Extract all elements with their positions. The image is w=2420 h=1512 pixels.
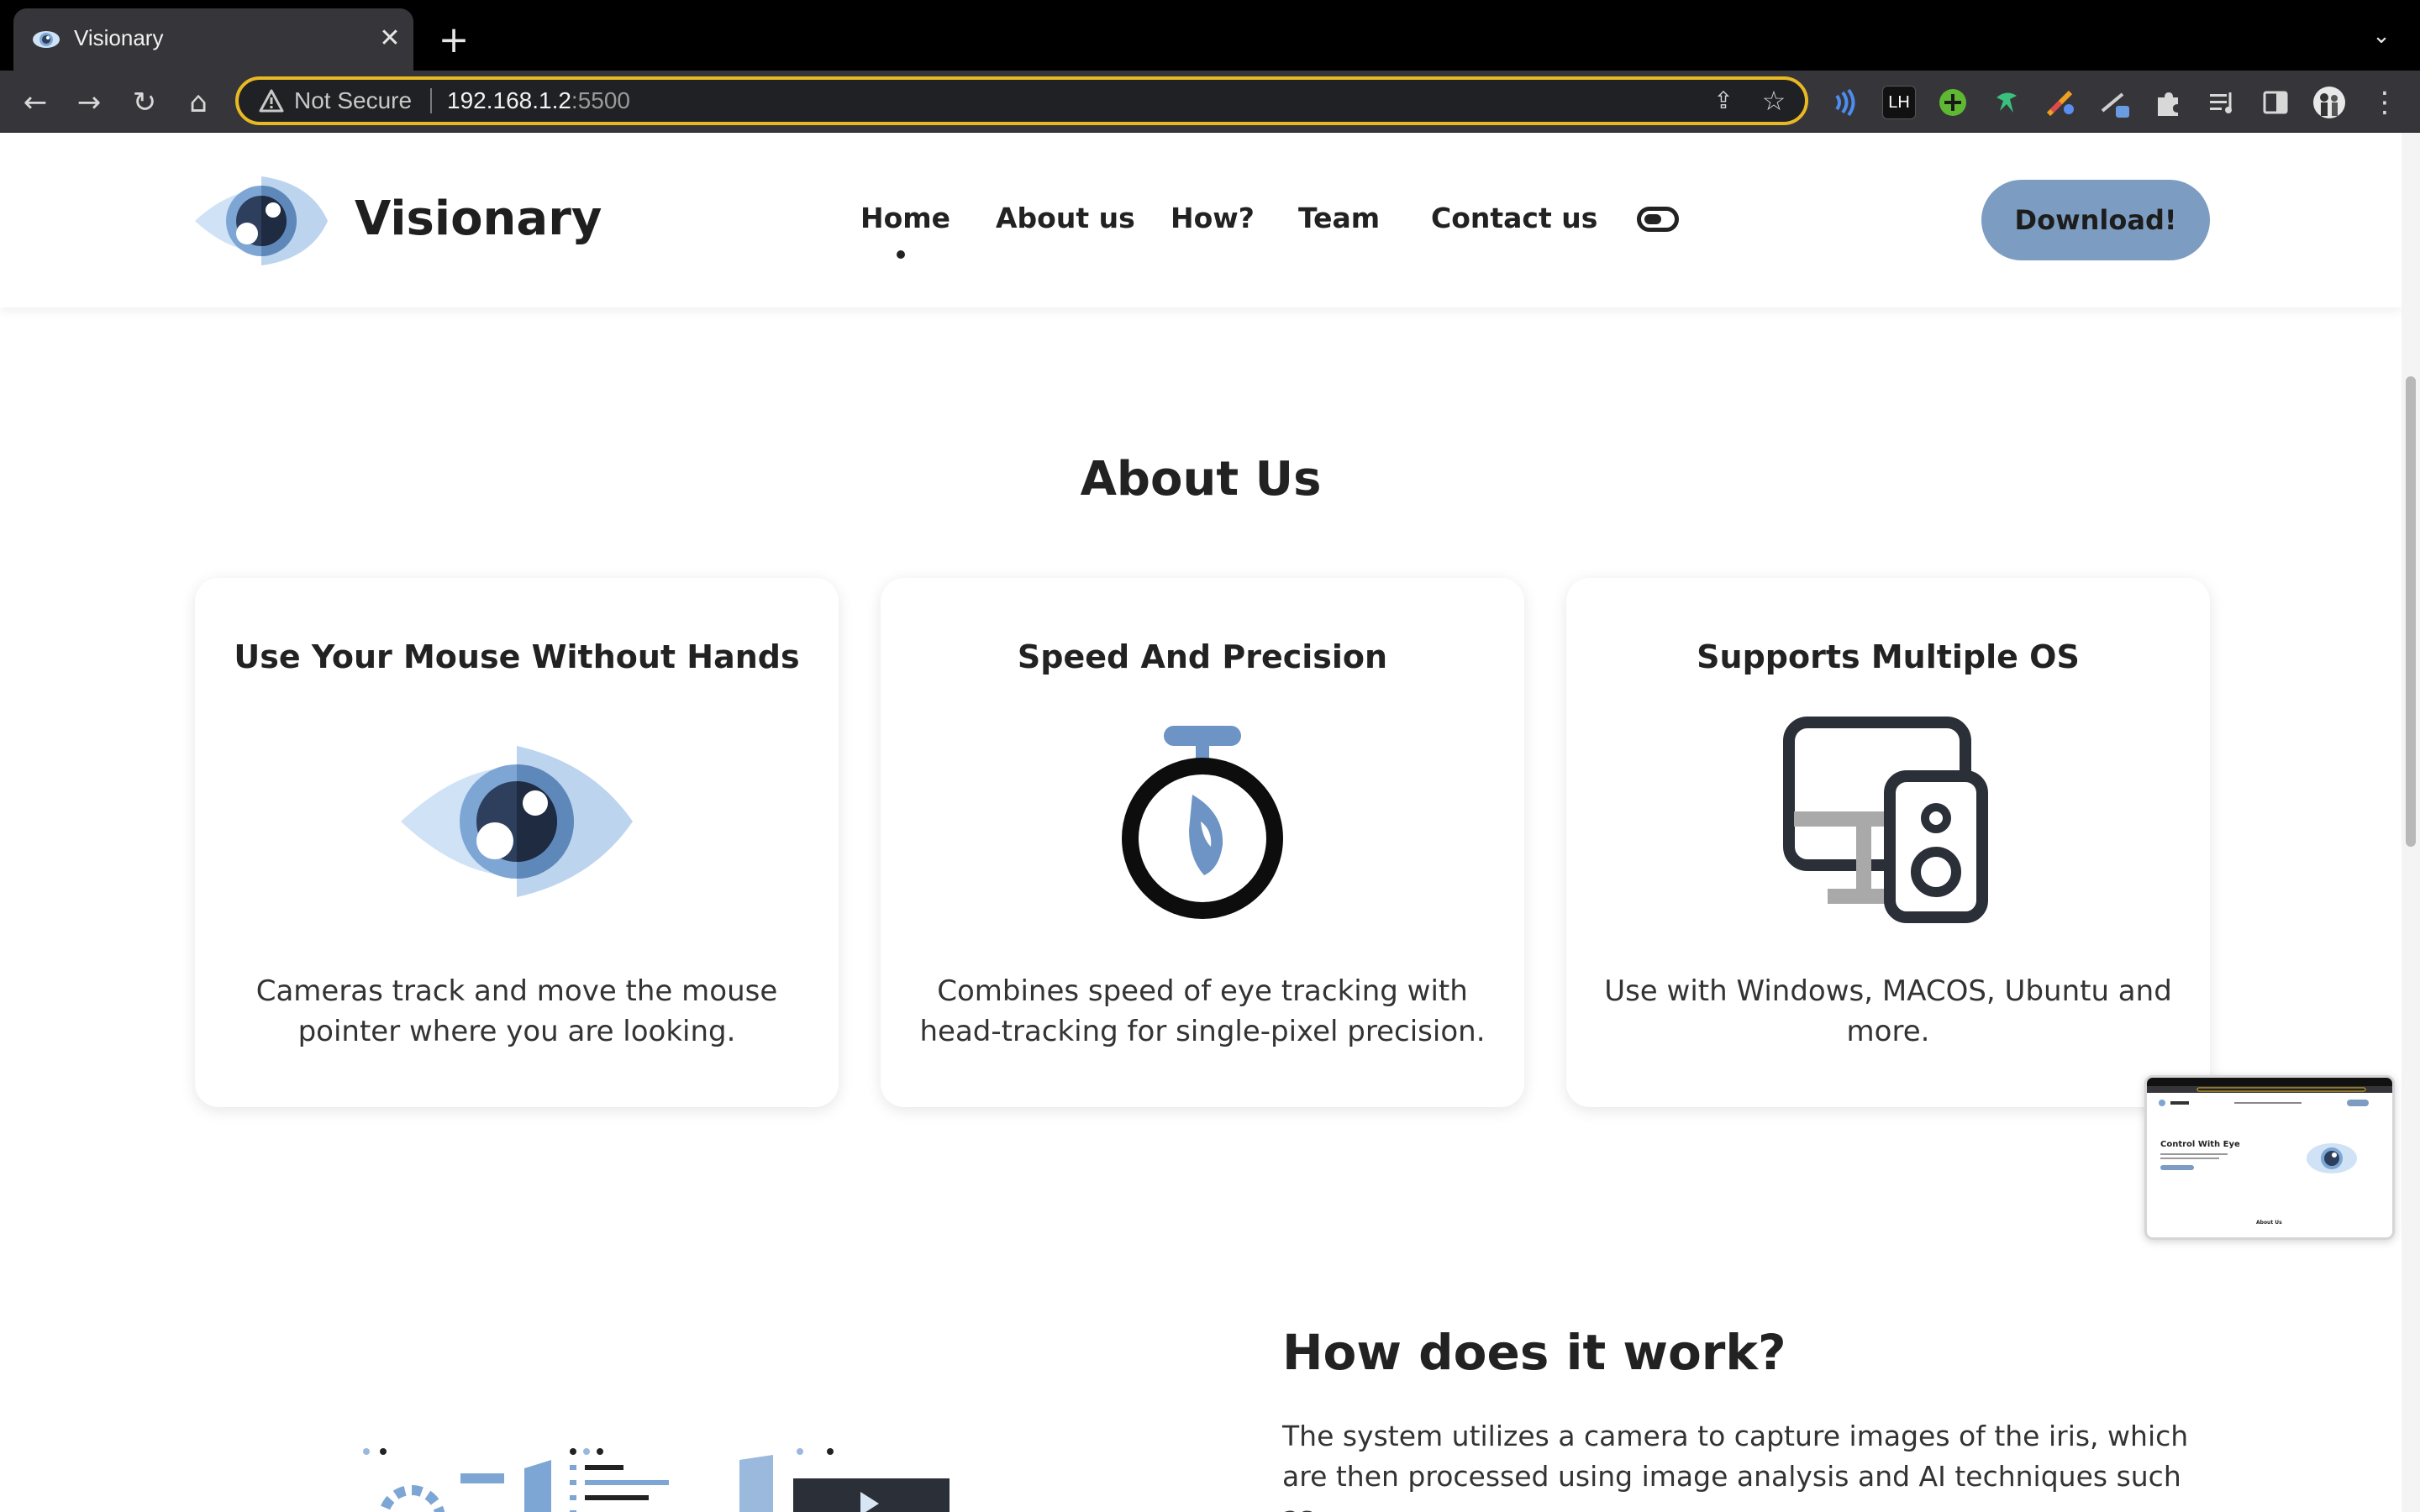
forward-icon[interactable]: → xyxy=(71,84,108,121)
how-it-works-illustration xyxy=(363,1448,950,1512)
tab-search-chevron-icon[interactable]: ⌄ xyxy=(2365,24,2398,57)
url-text[interactable]: 192.168.1.2:5500 xyxy=(447,87,630,114)
nav-how[interactable]: How? xyxy=(1171,202,1255,234)
nav-about-us[interactable]: About us xyxy=(996,202,1135,234)
home-icon[interactable]: ⌂ xyxy=(180,84,217,121)
preview-footer-heading: About Us xyxy=(2256,1220,2282,1226)
browser-tab[interactable]: Visionary ✕ xyxy=(13,8,413,71)
page-scrollbar[interactable] xyxy=(2402,133,2420,1512)
feature-card-multi-os: Supports Multiple OS Use with Windows, M… xyxy=(1566,578,2210,1107)
card-title: Use Your Mouse Without Hands xyxy=(234,638,800,675)
how-it-works-heading: How does it work? xyxy=(1282,1324,1786,1381)
visionary-logo-eye-icon[interactable] xyxy=(193,176,329,265)
card-title: Speed And Precision xyxy=(1017,638,1388,675)
active-nav-indicator xyxy=(897,250,905,259)
profile-avatar[interactable] xyxy=(2312,86,2346,119)
url-host: 192.168.1.2 xyxy=(447,87,571,113)
preview-heading: Control With Eye xyxy=(2160,1140,2240,1149)
new-tab-button[interactable]: + xyxy=(434,22,474,62)
audio-ext-icon[interactable] xyxy=(1828,86,1862,119)
stopwatch-icon xyxy=(1122,726,1283,919)
page-preview-thumbnail[interactable]: Control With Eye About Us xyxy=(2144,1075,2395,1240)
share-icon[interactable]: ⇪ xyxy=(1709,87,1738,115)
palette-ext-icon[interactable] xyxy=(2044,86,2077,119)
eye-icon xyxy=(401,746,633,897)
brand-name[interactable]: Visionary xyxy=(355,192,602,246)
tab-title: Visionary xyxy=(74,25,164,50)
nav-home[interactable]: Home xyxy=(860,202,950,234)
tab-close-icon[interactable]: ✕ xyxy=(373,22,407,55)
feature-card-hands-free: Use Your Mouse Without Hands Cameras tra… xyxy=(195,578,839,1107)
devices-icon xyxy=(1783,717,1988,923)
card-title: Supports Multiple OS xyxy=(1697,638,2080,675)
back-icon[interactable]: ← xyxy=(17,84,54,121)
browser-toolbar: ← → ↻ ⌂ Not Secure 192.168.1.2:5500 ⇪ ☆ … xyxy=(0,71,2420,133)
scrollbar-thumb[interactable] xyxy=(2406,376,2416,847)
browser-menu-icon[interactable]: ⋮ xyxy=(2366,84,2403,121)
bookmark-star-icon[interactable]: ☆ xyxy=(1758,85,1790,117)
card-description: Cameras track and move the mouse pointer… xyxy=(255,974,778,1048)
puzzle-icon[interactable] xyxy=(2151,86,2185,119)
feature-card-speed: Speed And Precision Combines speed of ey… xyxy=(881,578,1524,1107)
nav-team[interactable]: Team xyxy=(1298,202,1380,234)
download-button[interactable]: Download! xyxy=(1981,180,2210,260)
lh-ext-icon[interactable]: LH xyxy=(1882,86,1916,119)
security-status-label[interactable]: Not Secure xyxy=(294,87,412,114)
about-us-heading: About Us xyxy=(1080,452,1322,507)
site-header: Visionary Home About us How? Team Contac… xyxy=(0,133,2402,307)
card-description: Use with Windows, MACOS, Ubuntu and more… xyxy=(1604,974,2172,1048)
theme-toggle-icon[interactable] xyxy=(1637,207,1679,232)
bird-ext-icon[interactable] xyxy=(1990,86,2023,119)
pen-ext-icon[interactable] xyxy=(2097,86,2131,119)
plus-ext-icon[interactable] xyxy=(1936,86,1970,119)
toggle-knob xyxy=(1644,214,1661,224)
browser-tab-strip: Visionary ✕ + ⌄ xyxy=(0,0,2420,71)
card-description: Combines speed of eye tracking with head… xyxy=(919,974,1486,1048)
visionary-favicon-icon xyxy=(33,31,60,48)
side-panel-icon[interactable] xyxy=(2259,86,2292,119)
omnibox-divider xyxy=(430,88,432,113)
reload-icon[interactable]: ↻ xyxy=(126,84,163,121)
preview-thumbnail-image: Control With Eye About Us xyxy=(2147,1078,2392,1226)
how-it-works-description: The system utilizes a camera to capture … xyxy=(1282,1420,2189,1512)
url-port: :5500 xyxy=(571,87,630,113)
warning-triangle-icon xyxy=(259,89,284,113)
address-bar[interactable]: Not Secure 192.168.1.2:5500 ⇪ ☆ xyxy=(235,76,1808,125)
reading-list-icon[interactable] xyxy=(2205,86,2238,119)
page-viewport: Visionary Home About us How? Team Contac… xyxy=(0,133,2420,1512)
nav-contact-us[interactable]: Contact us xyxy=(1431,202,1597,234)
